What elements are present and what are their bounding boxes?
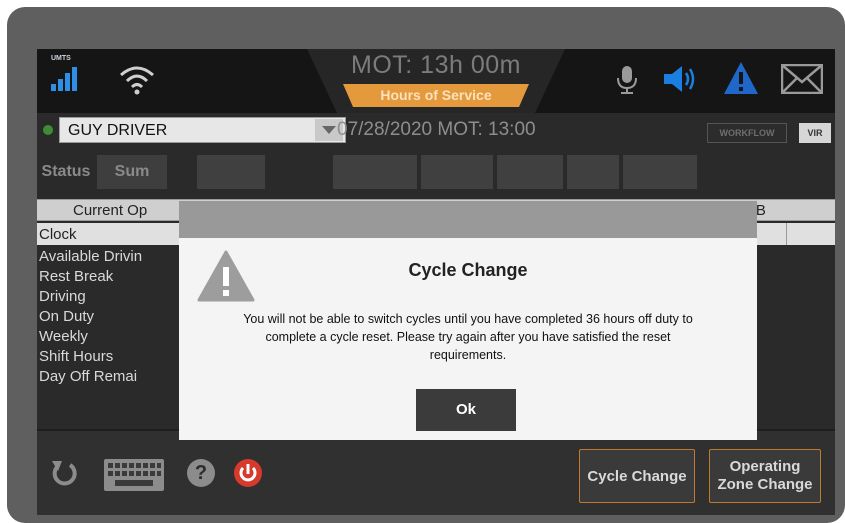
network-type-label: UMTS (51, 55, 71, 62)
speaker-icon[interactable] (662, 64, 698, 94)
table-row: Day Off Remai (39, 368, 138, 385)
table-row: Weekly (39, 328, 88, 345)
refresh-icon[interactable] (49, 458, 79, 488)
current-operating-zone-header: Current Op (73, 202, 148, 219)
cycle-change-dialog: Cycle Change You will not be able to swi… (179, 238, 757, 440)
mail-icon[interactable] (781, 64, 823, 94)
tab-hidden-3[interactable] (421, 155, 493, 189)
table-row: On Duty (39, 308, 95, 325)
hours-of-service-panel[interactable]: MOT: 13h 00m Hours of Service (307, 49, 565, 113)
tab-status[interactable]: Status (37, 155, 95, 189)
tab-hidden-4[interactable] (497, 155, 563, 189)
ok-button[interactable]: Ok (416, 389, 516, 431)
driver-row: GUY DRIVER 07/28/2020 MOT: 13:00 WORKFLO… (37, 117, 835, 143)
dialog-message: You will not be able to switch cycles un… (243, 312, 693, 362)
tab-hidden-5[interactable] (567, 155, 619, 189)
hours-rows: Available Drivin Rest Break Driving On D… (39, 247, 142, 387)
workflow-button[interactable]: WORKFLOW (707, 123, 787, 143)
bottom-toolbar: ? Cycle Change Operating Zone Change (37, 429, 835, 515)
driver-status-indicator (43, 125, 53, 135)
power-icon[interactable] (233, 458, 263, 488)
date-mot-readout: 07/28/2020 MOT: 13:00 (337, 119, 536, 140)
tab-summary[interactable]: Sum (97, 155, 167, 189)
clock-label: Clock (39, 226, 77, 243)
tab-hidden-2[interactable] (333, 155, 417, 189)
hours-of-service-tab[interactable]: Hours of Service (354, 84, 518, 107)
table-row: Available Drivin (39, 248, 143, 265)
device-frame: UMTS MOT: 13h 00m Hours of Service GUY D… (7, 7, 845, 523)
signal-strength-icon (51, 67, 77, 91)
table-row: Rest Break (39, 268, 114, 285)
table-row: Driving (39, 288, 86, 305)
tab-bar: Status Sum (37, 155, 835, 189)
microphone-icon[interactable] (615, 65, 639, 95)
operating-zone-change-button[interactable]: Operating Zone Change (709, 449, 821, 503)
help-button[interactable]: ? (187, 459, 215, 487)
vir-button[interactable]: VIR (799, 123, 831, 143)
driver-dropdown[interactable]: GUY DRIVER (59, 117, 346, 143)
modal-header-bar (179, 201, 757, 238)
driver-name-value: GUY DRIVER (68, 122, 168, 139)
mot-remaining-text: MOT: 13h 00m (351, 51, 521, 79)
app-screen: UMTS MOT: 13h 00m Hours of Service GUY D… (37, 49, 835, 515)
wifi-icon (120, 66, 154, 95)
alert-warning-icon[interactable] (723, 61, 759, 95)
table-row: Shift Hours (39, 348, 114, 365)
cycle-change-button[interactable]: Cycle Change (579, 449, 695, 503)
tab-hidden-1[interactable] (197, 155, 265, 189)
top-status-bar: UMTS MOT: 13h 00m Hours of Service (37, 49, 835, 113)
keyboard-icon[interactable] (103, 458, 165, 492)
dialog-title: Cycle Change (408, 260, 528, 280)
tab-hidden-6[interactable] (623, 155, 697, 189)
